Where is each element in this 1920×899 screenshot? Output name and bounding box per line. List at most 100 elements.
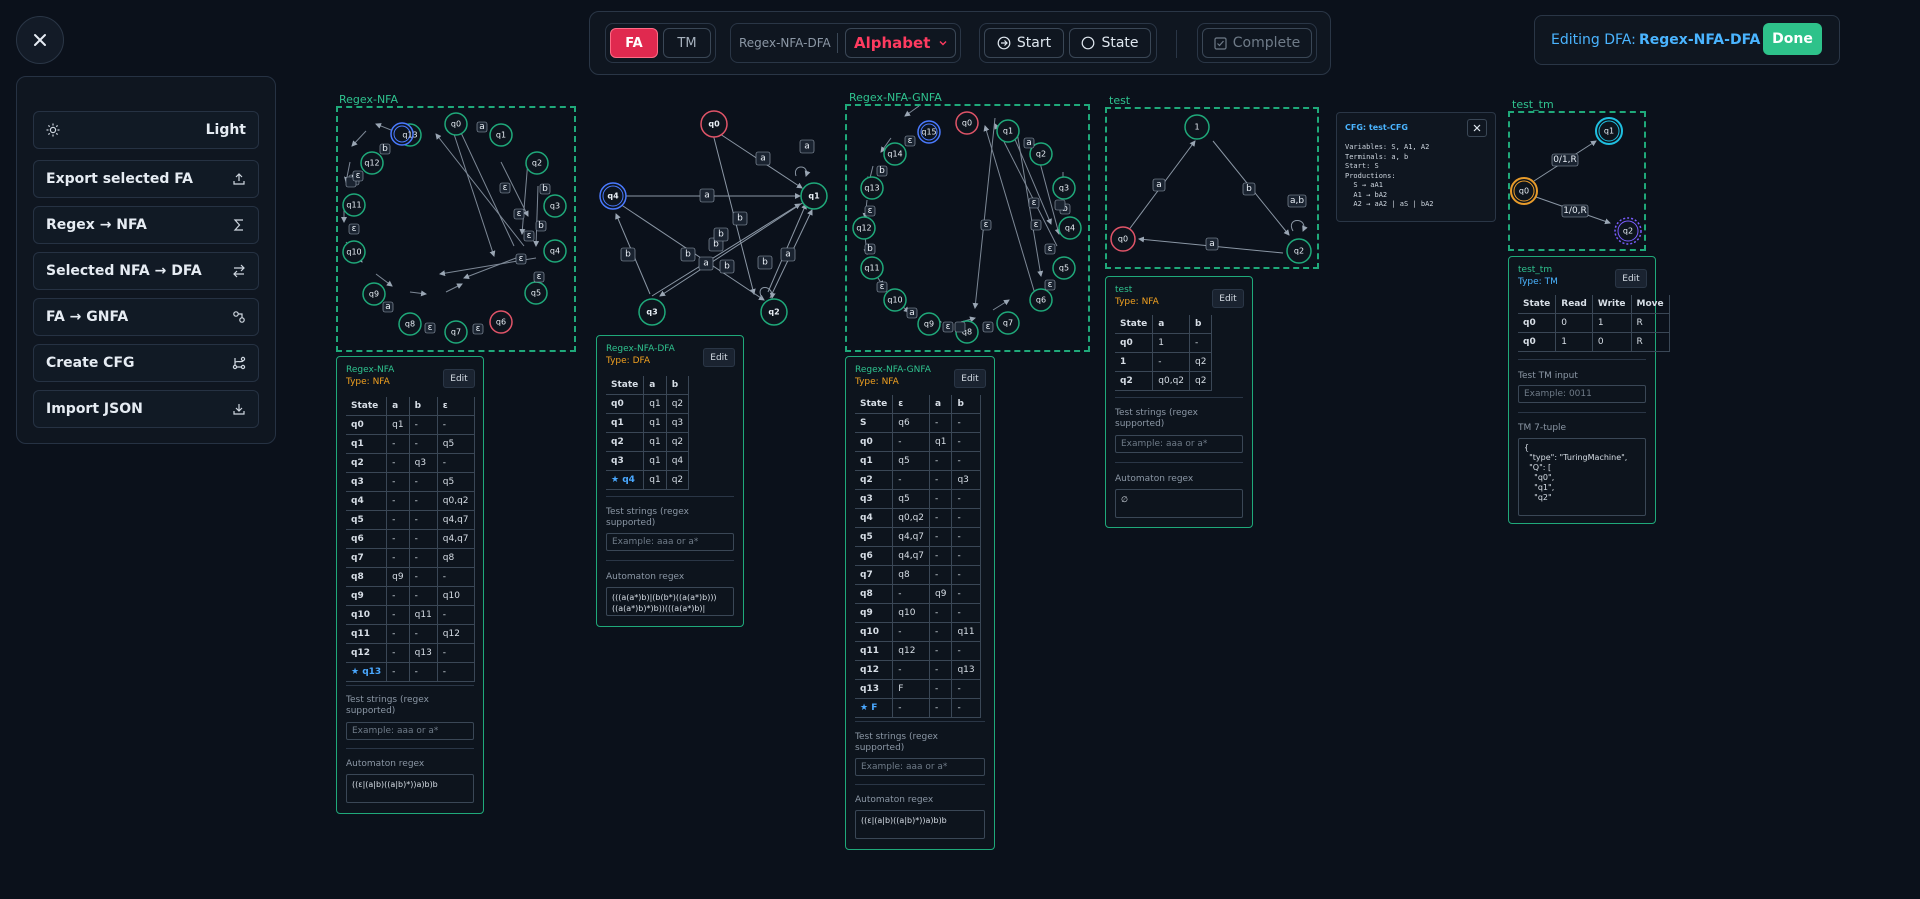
transition-cell: - <box>409 662 438 682</box>
svg-text:ε: ε <box>908 136 913 146</box>
state-cell: q1 <box>606 413 645 433</box>
state-cell: q11 <box>855 641 894 661</box>
transition-cell: - <box>386 510 410 530</box>
test-strings-input[interactable]: Example: aaa or a* <box>1115 435 1243 453</box>
state-label: q2 <box>532 159 542 168</box>
edit-button[interactable]: Edit <box>443 369 475 388</box>
test-tm-input[interactable]: Example: 0011 <box>1518 385 1646 403</box>
transition-table: State a b q0 q1 q2 q1 q1 q3 q2 q1 q2 q3 q1 q4 ★ q4 q1 q2 <box>606 376 690 490</box>
automaton-regex-output[interactable]: (((a(a*)b)|(b(b*)((a(a*)b))) ((a(a*)b)*)… <box>606 587 734 616</box>
test-strings-input[interactable]: Example: aaa or a* <box>346 722 474 740</box>
automaton-card-test-tm: test_tm Type: TM Edit State Read Write Move… <box>1508 256 1670 524</box>
table-row: q0 q1- - <box>346 415 475 435</box>
fa-mode-button[interactable]: FA <box>610 28 658 58</box>
automaton-regex-output[interactable]: ((ε|(a|b)((a|b)*))a)b)b <box>855 810 985 839</box>
sigma-icon <box>233 219 243 231</box>
divider <box>606 496 734 497</box>
svg-text:ε: ε <box>537 272 542 282</box>
state-tool-button[interactable]: State <box>1069 28 1151 58</box>
done-button[interactable]: Done <box>1763 23 1822 55</box>
automaton-regex-output[interactable]: ∅ <box>1115 489 1243 518</box>
state-cell: q0 <box>855 432 894 452</box>
test-strings-input[interactable]: Example: aaa or a* <box>606 533 734 551</box>
transition-cell: - <box>409 491 438 511</box>
transition-cell: q12 <box>437 624 475 644</box>
state-cell: q6 <box>855 546 894 566</box>
svg-text:ε: ε <box>527 231 532 241</box>
menu-item-label: Export selected FA <box>46 171 193 187</box>
fa-to-gnfa-button[interactable]: FA → GNFA <box>33 298 259 336</box>
state-cell: q0 <box>1518 332 1557 352</box>
svg-text:q3: q3 <box>646 308 657 317</box>
transition-cell: q5 <box>892 489 931 509</box>
svg-text:0/1,R: 0/1,R <box>1553 155 1577 165</box>
transition-cell: - <box>409 548 438 568</box>
card-type: Type: TM <box>1518 277 1558 287</box>
svg-text:a: a <box>1156 180 1162 190</box>
automaton-selector: Regex-NFA-DFA Alphabet <box>730 23 961 63</box>
alphabet-dropdown[interactable]: Alphabet <box>845 28 956 58</box>
test-tm-input-label: Test TM input <box>1518 371 1578 381</box>
edit-button[interactable]: Edit <box>954 369 986 388</box>
state-cell: 1 <box>1115 352 1154 372</box>
svg-text:ε: ε <box>1032 198 1037 208</box>
cfg-close-button[interactable] <box>1467 119 1487 137</box>
state-cell: q3 <box>855 489 894 509</box>
theme-toggle-button[interactable]: Light <box>33 111 259 149</box>
transition-cell: - <box>951 603 981 623</box>
table-header-row: State Read Write Move <box>1518 295 1670 314</box>
start-tool-button[interactable]: Start <box>984 28 1064 58</box>
column-header: State <box>1518 295 1557 314</box>
regex-nfa-graph: q0 q1 q2 q3 q4 q5 q6 q7 q8 q9 q10 q11 q1… <box>341 112 567 344</box>
svg-text:q2: q2 <box>1036 150 1046 159</box>
edit-button[interactable]: Edit <box>1212 289 1244 308</box>
table-header-row: State a b <box>606 376 690 395</box>
transition-cell: - <box>386 605 410 625</box>
regex-to-nfa-button[interactable]: Regex → NFA <box>33 206 259 244</box>
menu-item-label: Regex → NFA <box>46 217 147 233</box>
edit-button[interactable]: Edit <box>1615 269 1647 288</box>
tm-tuple-output[interactable]: { "type": "TuringMachine", "Q": [ "q0", … <box>1518 438 1646 516</box>
transition-cell: - <box>951 451 981 471</box>
svg-text:q2: q2 <box>1294 247 1304 256</box>
transition-cell: - <box>892 432 931 452</box>
transition-cell: - <box>951 584 981 604</box>
column-header: a <box>386 397 410 416</box>
transition-cell: q1 <box>643 470 667 490</box>
state-label: q4 <box>550 247 560 256</box>
table-row: q0- q1- <box>855 432 981 452</box>
export-selected-fa-button[interactable]: Export selected FA <box>33 160 259 198</box>
download-icon <box>233 404 245 415</box>
test-strings-input[interactable]: Example: aaa or a* <box>855 758 985 776</box>
create-cfg-button[interactable]: Create CFG <box>33 344 259 382</box>
table-row: q3- - q5 <box>346 472 475 492</box>
tm-mode-button[interactable]: TM <box>663 28 711 58</box>
divider <box>1518 359 1646 360</box>
state-label: State <box>1101 35 1139 51</box>
state-label: q11 <box>346 201 361 210</box>
state-cell: q10 <box>855 622 894 642</box>
column-header: a <box>643 376 667 395</box>
nfa-to-dfa-button[interactable]: Selected NFA → DFA <box>33 252 259 290</box>
column-header: a <box>929 395 953 414</box>
column-header: b <box>1189 315 1213 334</box>
complete-button[interactable]: Complete <box>1202 28 1312 58</box>
transition-cell: 0 <box>1592 332 1632 352</box>
transition-cell: q2 <box>1189 371 1213 391</box>
transition-cell: q13 <box>409 643 438 663</box>
table-row: q12- - q13 <box>855 660 981 680</box>
transition-cell: - <box>929 698 953 718</box>
edit-button[interactable]: Edit <box>703 348 735 367</box>
table-row: q11- - q12 <box>346 624 475 644</box>
svg-text:q0: q0 <box>962 119 972 128</box>
table-row: q10- - q11 <box>855 622 981 642</box>
import-json-button[interactable]: Import JSON <box>33 390 259 428</box>
transition-cell: q9 <box>929 584 953 604</box>
transition-cell: - <box>409 434 438 454</box>
close-button[interactable] <box>16 16 64 64</box>
transition-cell: q1 <box>386 415 410 435</box>
transition-cell: R <box>1631 313 1670 333</box>
automaton-regex-output[interactable]: ((ε|(a|b)((a|b)*))a)b)b <box>346 774 474 803</box>
svg-text:b: b <box>542 184 548 194</box>
transition-cell: - <box>437 415 475 435</box>
